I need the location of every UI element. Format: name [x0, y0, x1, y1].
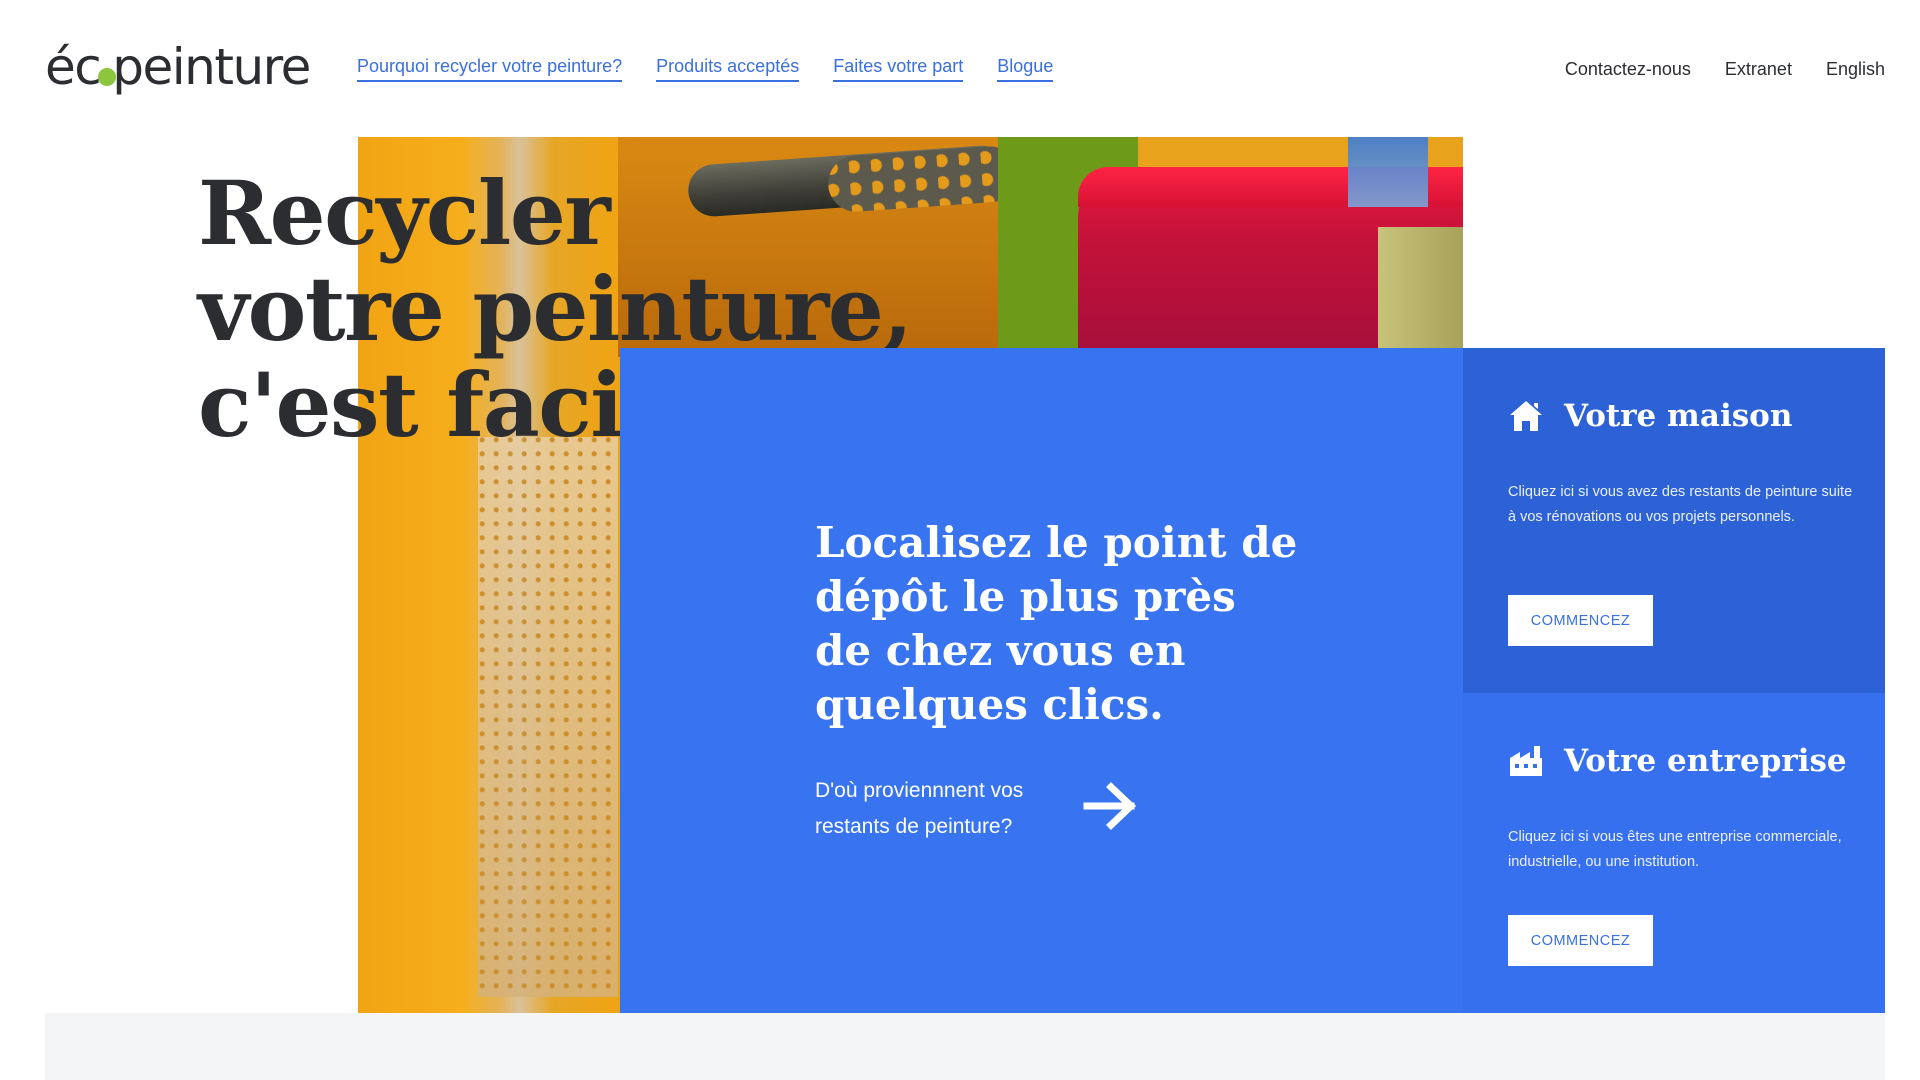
nav-link-language[interactable]: English: [1826, 59, 1885, 80]
factory-icon: [1510, 746, 1542, 776]
card-votre-entreprise[interactable]: Votre entreprise Cliquez ici si vous ête…: [1463, 693, 1885, 1013]
locate-title: Localisez le point de dépôt le plus près…: [815, 516, 1335, 732]
card-header: Votre entreprise: [1508, 743, 1847, 779]
nav-link-accepted-products[interactable]: Produits acceptés: [656, 56, 800, 82]
locate-title-line: dépôt le plus près: [815, 572, 1236, 621]
bucket-side: [1378, 227, 1463, 357]
card-description: Cliquez ici si vous avez des restants de…: [1508, 484, 1853, 525]
paint-speckle-texture: [478, 437, 618, 997]
nav-link-blog[interactable]: Blogue: [997, 56, 1054, 82]
locate-dropoff-panel: Localisez le point de dépôt le plus près…: [620, 348, 1463, 1013]
card-votre-maison[interactable]: Votre maison Cliquez ici si vous avez de…: [1463, 348, 1885, 693]
nav-link-contact[interactable]: Contactez-nous: [1565, 59, 1691, 80]
commencez-business-button[interactable]: COMMENCEZ: [1508, 915, 1653, 966]
card-header: Votre maison: [1508, 398, 1792, 434]
card-title: Votre maison: [1564, 398, 1793, 434]
house-icon: [1510, 401, 1542, 431]
locate-title-line: Localisez le point de: [815, 518, 1298, 567]
nav-link-why-recycle[interactable]: Pourquoi recycler votre peinture?: [357, 56, 623, 82]
utility-nav: Contactez-nous Extranet English: [1565, 59, 1885, 80]
eco-peinture-logo[interactable]: éc peinture: [45, 38, 311, 98]
headline-line: votre peinture,: [198, 257, 913, 361]
blue-paint-drip: [1348, 137, 1428, 207]
headline-line: Recycler: [198, 161, 611, 265]
logo-text-end: peinture: [112, 38, 311, 96]
logo-text-start: éc: [45, 38, 102, 96]
main-nav: Pourquoi recycler votre peinture? Produi…: [357, 56, 1054, 82]
locate-title-line: de chez vous en: [815, 626, 1186, 675]
nav-link-extranet[interactable]: Extranet: [1725, 59, 1792, 80]
next-section-band: [45, 1013, 1885, 1080]
locate-title-line: quelques clics.: [815, 680, 1164, 729]
commencez-home-button[interactable]: COMMENCEZ: [1508, 595, 1653, 646]
arrow-right-icon[interactable]: [1083, 782, 1139, 830]
locate-subtitle: D'où proviennnent vos restants de peintu…: [815, 779, 1024, 838]
card-description: Cliquez ici si vous êtes une entreprise …: [1508, 829, 1842, 870]
nav-link-do-your-part[interactable]: Faites votre part: [833, 56, 964, 82]
card-title: Votre entreprise: [1564, 743, 1847, 779]
site-header: éc peinture Pourquoi recycler votre peint…: [0, 0, 1920, 130]
